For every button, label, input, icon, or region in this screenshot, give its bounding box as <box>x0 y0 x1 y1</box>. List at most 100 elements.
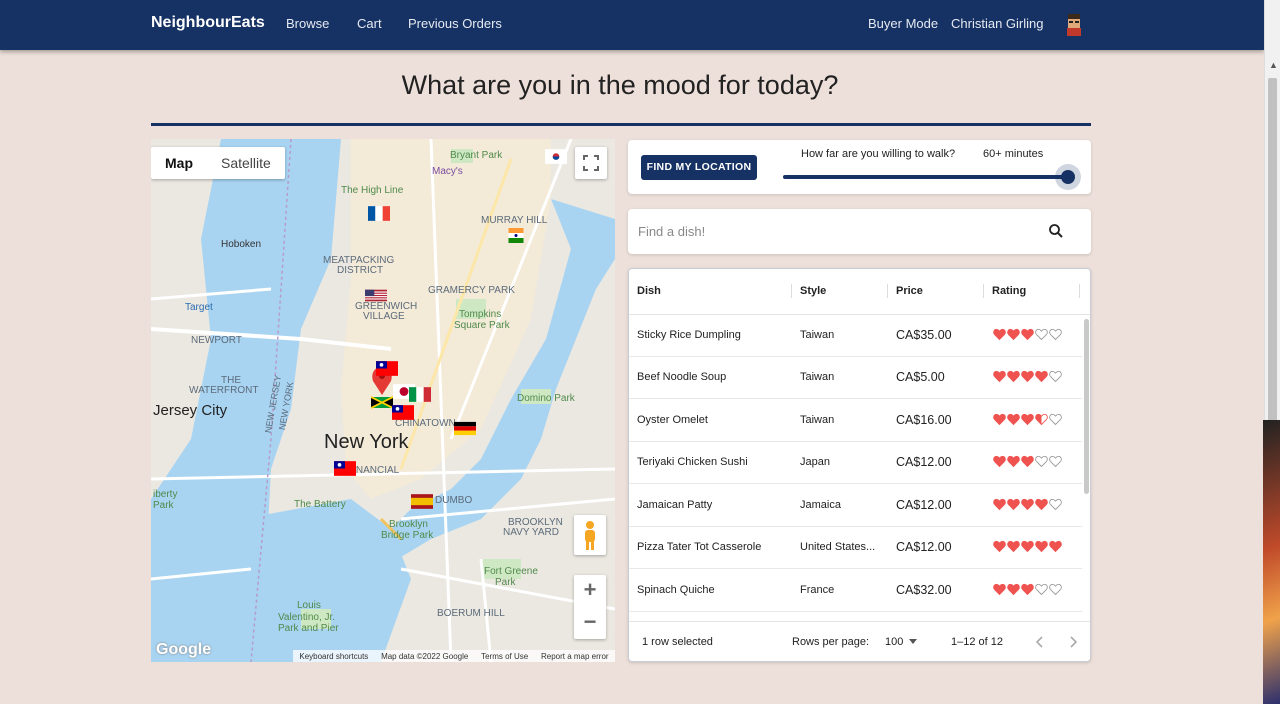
rating-hearts <box>993 540 1062 553</box>
fullscreen-button[interactable] <box>575 147 607 179</box>
map-label-district: DISTRICT <box>337 265 384 276</box>
map-label-navy-yard: NAVY YARD <box>503 527 559 538</box>
heart-filled-icon <box>1021 498 1034 511</box>
terms-link[interactable]: Terms of Use <box>481 652 528 661</box>
heart-filled-icon <box>1007 328 1020 341</box>
search-icon[interactable] <box>1047 222 1065 240</box>
column-separator[interactable] <box>887 284 888 298</box>
find-my-location-button[interactable]: FIND MY LOCATION <box>641 155 757 180</box>
previous-page-icon[interactable] <box>1034 636 1046 648</box>
report-map-error-link[interactable]: Report a map error <box>541 652 609 661</box>
column-separator[interactable] <box>983 284 984 298</box>
mode-toggle[interactable]: Buyer Mode <box>868 16 938 31</box>
table-row[interactable]: Teriyaki Chicken Sushi Japan CA$12.00 <box>629 442 1082 484</box>
heart-empty-icon <box>1035 328 1048 341</box>
usa-flag-icon[interactable] <box>365 288 387 303</box>
dish-cell: Beef Noodle Soup <box>637 371 727 383</box>
table-row[interactable]: Spinach Quiche France CA$32.00 <box>629 570 1082 612</box>
india-flag-icon[interactable] <box>505 228 527 243</box>
zoom-control: + − <box>574 575 606 639</box>
style-cell: United States... <box>800 541 876 553</box>
map-label-new-york: New York <box>324 431 409 453</box>
map-label-high-line: The High Line <box>341 185 404 196</box>
dish-cell: Pizza Tater Tot Casserole <box>637 541 762 553</box>
italy-flag-icon[interactable] <box>409 387 431 402</box>
column-header-style[interactable]: Style <box>800 285 826 297</box>
dish-cell: Spinach Quiche <box>637 584 715 596</box>
rating-hearts <box>993 370 1062 383</box>
map-label-murray-hill: MURRAY HILL <box>481 215 548 226</box>
heart-filled-icon <box>1021 540 1034 553</box>
keyboard-shortcuts-link[interactable]: Keyboard shortcuts <box>299 652 368 661</box>
column-header-rating[interactable]: Rating <box>992 285 1026 297</box>
nav-browse[interactable]: Browse <box>286 16 329 31</box>
map-label-hoboken: Hoboken <box>221 239 262 250</box>
heart-empty-icon <box>1049 413 1062 426</box>
dishes-table: Dish Style Price Rating Sticky Rice Dump… <box>628 268 1091 662</box>
table-row[interactable]: Beef Noodle Soup Taiwan CA$5.00 <box>629 357 1082 399</box>
heart-filled-icon <box>1007 583 1020 596</box>
table-row[interactable]: Oyster Omelet Taiwan CA$16.00 <box>629 400 1082 442</box>
heart-empty-icon <box>1049 583 1062 596</box>
price-cell: CA$12.00 <box>896 540 952 554</box>
walk-distance-slider[interactable] <box>783 175 1068 179</box>
table-scrollbar[interactable] <box>1084 319 1089 494</box>
scroll-up-icon[interactable]: ▲ <box>1269 60 1278 70</box>
search-card <box>628 209 1091 254</box>
heart-filled-icon <box>1007 413 1020 426</box>
map-type-satellite[interactable]: Satellite <box>207 147 285 179</box>
zoom-in-button[interactable]: + <box>574 575 606 607</box>
taiwan-flag-icon[interactable] <box>376 361 398 376</box>
price-cell: CA$16.00 <box>896 413 952 427</box>
rows-per-page-label: Rows per page: <box>792 636 870 648</box>
south-korea-flag-icon[interactable] <box>545 149 567 164</box>
pegman-icon <box>585 521 595 550</box>
map-label-domino-park: Domino Park <box>517 393 575 404</box>
dish-cell: Sticky Rice Dumpling <box>637 329 741 341</box>
nav-previous-orders[interactable]: Previous Orders <box>408 16 502 31</box>
taiwan-flag-icon-3[interactable] <box>334 461 356 476</box>
map-label-valentino: Valentino, Jr. <box>278 612 336 623</box>
column-header-dish[interactable]: Dish <box>637 285 661 297</box>
rating-hearts <box>993 328 1062 341</box>
map-type-map[interactable]: Map <box>151 147 207 179</box>
dish-search-input[interactable] <box>638 221 1038 241</box>
price-cell: CA$32.00 <box>896 583 952 597</box>
price-cell: CA$5.00 <box>896 370 945 384</box>
nav-cart[interactable]: Cart <box>357 16 382 31</box>
map-label-liberty: iberty <box>153 489 178 500</box>
map-label-fort-greene: Fort Greene <box>484 566 538 577</box>
slider-thumb[interactable] <box>1061 170 1075 184</box>
taiwan-flag-icon-2[interactable] <box>392 405 414 420</box>
table-row[interactable]: Sticky Rice Dumpling Taiwan CA$35.00 <box>629 315 1082 357</box>
column-header-price[interactable]: Price <box>896 285 923 297</box>
map-view[interactable]: Hoboken Jersey City New York MEATPACKING… <box>151 139 615 662</box>
column-separator[interactable] <box>1079 284 1080 298</box>
heart-filled-icon <box>1035 370 1048 383</box>
avatar-icon[interactable] <box>1063 12 1085 38</box>
rating-hearts <box>993 413 1062 426</box>
next-page-icon[interactable] <box>1067 636 1079 648</box>
jamaica-flag-icon[interactable] <box>371 395 393 410</box>
table-row[interactable]: Pizza Tater Tot Casserole United States.… <box>629 527 1082 569</box>
table-row[interactable]: Jamaican Patty Jamaica CA$12.00 <box>629 485 1082 527</box>
france-flag-icon[interactable] <box>368 206 390 221</box>
style-cell: Taiwan <box>800 371 835 383</box>
dish-cell: Jamaican Patty <box>637 499 713 511</box>
brand-logo[interactable]: NeighbourEats <box>151 14 265 32</box>
chevron-down-icon[interactable] <box>908 639 918 645</box>
heart-empty-icon <box>1049 498 1062 511</box>
heart-filled-icon <box>1021 370 1034 383</box>
spain-flag-icon[interactable] <box>411 494 433 509</box>
user-name[interactable]: Christian Girling <box>951 16 1043 31</box>
table-footer: 1 row selected Rows per page: 100 1–12 o… <box>629 621 1090 661</box>
zoom-out-button[interactable]: − <box>574 607 606 639</box>
rows-per-page-select[interactable]: 100 <box>885 636 903 648</box>
page-title: What are you in the mood for today? <box>401 70 839 100</box>
rating-hearts <box>993 455 1062 468</box>
page: NeighbourEats Browse Cart Previous Order… <box>0 0 1264 704</box>
germany-flag-icon[interactable] <box>454 421 476 436</box>
column-separator[interactable] <box>791 284 792 298</box>
map-label-square-park: Square Park <box>454 320 510 331</box>
street-view-button[interactable] <box>574 515 606 555</box>
